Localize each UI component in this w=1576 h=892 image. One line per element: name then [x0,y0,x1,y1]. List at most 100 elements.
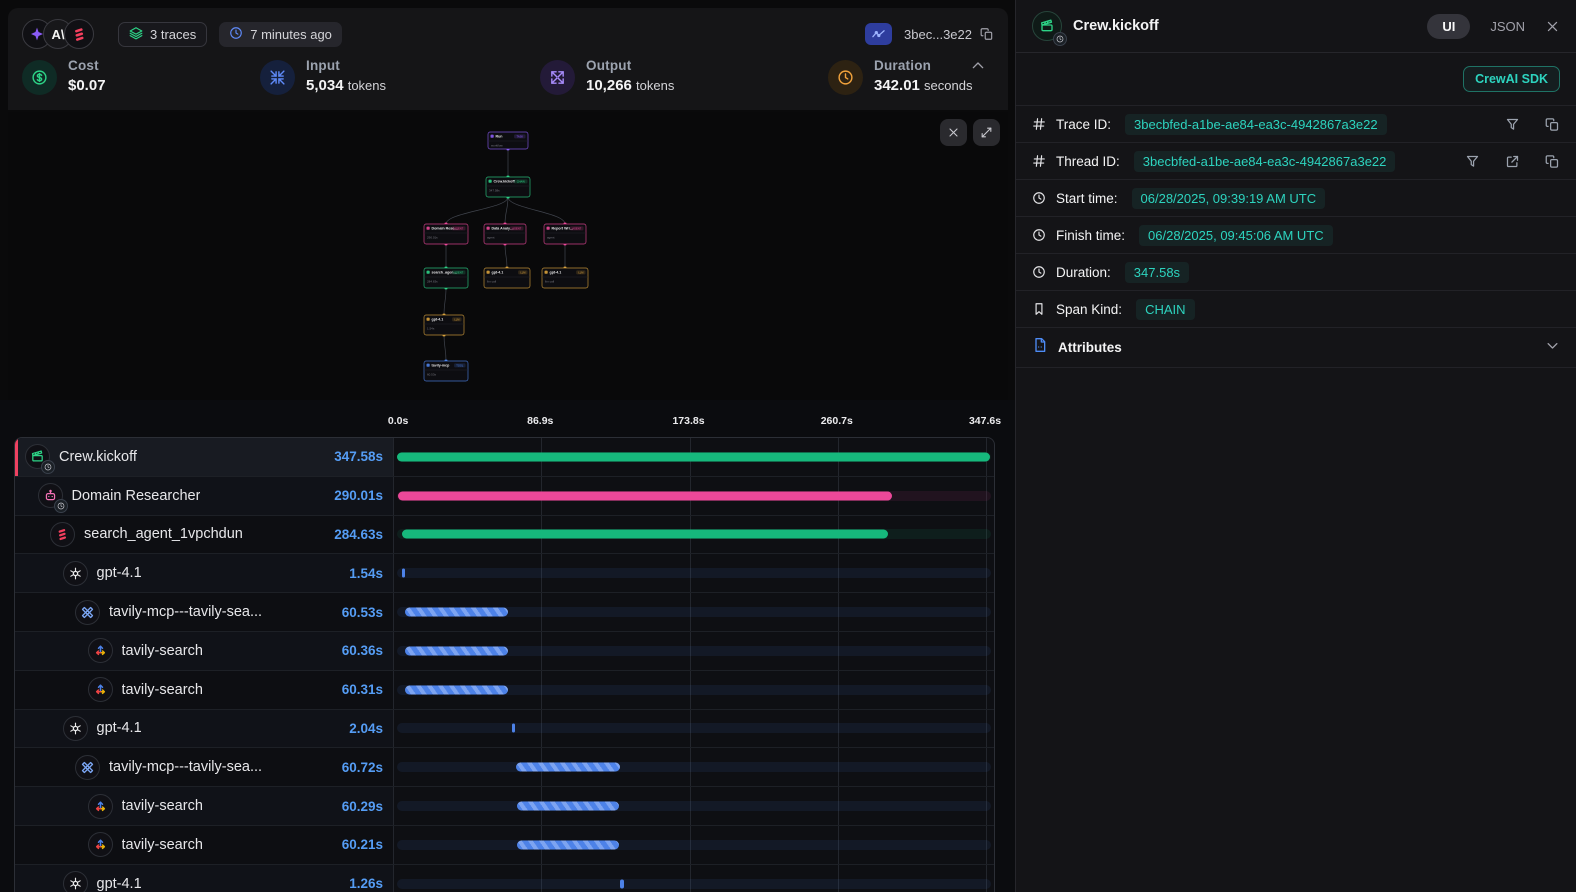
field-value[interactable]: 3becbfed-a1be-ae84-ea3c-4942867a3e22 [1134,151,1396,172]
field-value[interactable]: 347.58s [1125,262,1189,283]
span-bar[interactable] [517,840,620,849]
graph-node-run[interactable]: RunTASKworkflow [488,132,528,149]
field-label: Start time: [1056,191,1118,206]
graph-expand-button[interactable] [973,119,1000,146]
graph-node-l2[interactable]: gpt-4.1LLMllm call [542,268,588,288]
span-name: gpt-4.1 [97,720,142,736]
span-name-cell: Crew.kickoff347.58s [15,438,393,476]
svg-text:gpt-4.1: gpt-4.1 [550,271,562,275]
span-bar[interactable] [517,802,620,811]
graph-node-dr[interactable]: Domain Rese…AGENT290.01s [424,224,468,244]
span-bar[interactable] [405,646,508,655]
field-value[interactable]: 06/28/2025, 09:45:06 AM UTC [1139,225,1333,246]
svg-text:llm call: llm call [487,280,497,284]
span-row-gpt-4.1[interactable]: gpt-4.11.26s [15,865,994,892]
svg-text:agent: agent [547,236,555,240]
copy-icon[interactable] [980,27,994,41]
json-doc-icon [1032,337,1048,358]
filter-icon[interactable] [1465,154,1480,169]
field-value[interactable]: 3becbfed-a1be-ae84-ea3c-4942867a3e22 [1125,114,1387,135]
field-label: Span Kind: [1056,302,1122,317]
hash-icon [1032,117,1046,131]
graph-node-l1[interactable]: gpt-4.1LLMllm call [484,268,530,288]
copy-icon[interactable] [1545,117,1560,132]
span-bar[interactable] [512,724,516,733]
tavily-icon [88,677,113,702]
svg-text:LLM: LLM [454,318,459,322]
graph-node-rw[interactable]: Report Wri…AGENTagent [544,224,586,244]
span-row-search-agent-1vpchdun[interactable]: search_agent_1vpchdun284.63s [15,516,994,555]
trace-chart-button[interactable] [865,23,892,45]
field-value[interactable]: CHAIN [1136,299,1194,320]
span-bar[interactable] [405,608,508,617]
close-icon[interactable] [1545,19,1560,34]
traces-count-badge[interactable]: 3 traces [118,22,207,47]
span-bar[interactable] [516,763,620,772]
svg-text:TASK: TASK [517,135,524,139]
trace-graph-panel: RunTASKworkflow Crew.kickoffCHAIN347.58s D… [8,112,1008,400]
selected-row-indicator [15,438,18,476]
provider-avatars: A\ [22,19,94,49]
graph-node-g1[interactable]: gpt-4.1LLM1.54s [424,315,464,335]
span-row-tavily-mcp---tavily-sea...[interactable]: tavily-mcp---tavily-sea...60.53s [15,593,994,632]
hash-icon [1032,154,1046,168]
graph-node-t1[interactable]: tavily-mcpTOOL60.53s [424,361,468,381]
span-timeline-cell [393,710,994,748]
span-row-gpt-4.1[interactable]: gpt-4.1 2.04s [15,710,994,749]
time-ago-badge: 7 minutes ago [219,22,342,47]
svg-text:AGENT: AGENT [512,227,521,231]
span-timeline-cell [393,593,994,631]
span-name-cell: gpt-4.11.26s [15,865,393,892]
openai-icon [63,561,88,586]
span-bar[interactable] [620,879,624,888]
copy-icon[interactable] [1545,154,1560,169]
span-name-cell: Domain Researcher290.01s [15,477,393,515]
external-link-icon[interactable] [1505,154,1520,169]
graph-close-button[interactable] [940,119,967,146]
stat-cost: Cost$0.07 [22,58,106,95]
span-bar[interactable] [402,569,406,578]
stat-value: 342.01 seconds [874,77,972,94]
field-row-duration: Duration:347.58s [1016,254,1576,291]
filter-icon[interactable] [1505,117,1520,132]
waterfall-section: 0.0s86.9s173.8s260.7s347.6s Crew.kickoff… [0,400,1015,892]
stat-label: Cost [68,58,106,73]
span-bar[interactable] [397,452,990,461]
openai-icon [63,871,88,892]
span-timeline-cell [393,748,994,786]
stat-value: 5,034 tokens [306,77,386,94]
clock-icon [41,460,55,474]
span-row-tavily-search[interactable]: tavily-search60.29s [15,787,994,826]
graph-node-sa[interactable]: search_agen…AGENT284.63s [424,268,468,288]
tools-icon [75,755,100,780]
field-value[interactable]: 06/28/2025, 09:39:19 AM UTC [1132,188,1326,209]
span-row-tavily-search[interactable]: tavily-search60.31s [15,671,994,710]
span-details-panel: Crew.kickoff UI JSON CrewAI SDK Trace ID… [1015,0,1576,892]
tab-json[interactable]: JSON [1490,19,1525,34]
span-bar[interactable] [398,491,893,500]
span-row-tavily-search[interactable]: tavily-search60.36s [15,632,994,671]
span-name-cell: gpt-4.11.54s [15,554,393,592]
trace-dag[interactable]: RunTASKworkflow Crew.kickoffCHAIN347.58s D… [8,112,1008,400]
span-bar[interactable] [405,685,508,694]
axis-tick: 260.7s [821,415,853,427]
span-row-crew.kickoff[interactable]: Crew.kickoff347.58s [15,438,994,477]
span-duration: 2.04s [349,721,393,736]
collapse-stats-button[interactable] [970,58,986,74]
span-row-gpt-4.1[interactable]: gpt-4.11.54s [15,554,994,593]
graph-node-da[interactable]: Data Analy…AGENTagent [484,224,526,244]
field-label: Thread ID: [1056,154,1120,169]
span-row-tavily-search[interactable]: tavily-search60.21s [15,826,994,865]
svg-text:290.01s: 290.01s [427,236,438,240]
span-timeline-cell [393,438,994,476]
span-table: Crew.kickoff347.58sDomain Researcher290.… [14,437,995,892]
attributes-label: Attributes [1058,340,1122,355]
span-row-domain-researcher[interactable]: Domain Researcher290.01s [15,477,994,516]
tab-ui[interactable]: UI [1427,14,1470,39]
graph-node-crew[interactable]: Crew.kickoffCHAIN347.58s [486,177,530,197]
span-name: search_agent_1vpchdun [84,526,243,542]
red-bars-logo-icon [64,19,94,49]
attributes-section-header[interactable]: Attributes [1016,328,1576,368]
span-bar[interactable] [402,530,888,539]
span-row-tavily-mcp---tavily-sea...[interactable]: tavily-mcp---tavily-sea...60.72s [15,748,994,787]
